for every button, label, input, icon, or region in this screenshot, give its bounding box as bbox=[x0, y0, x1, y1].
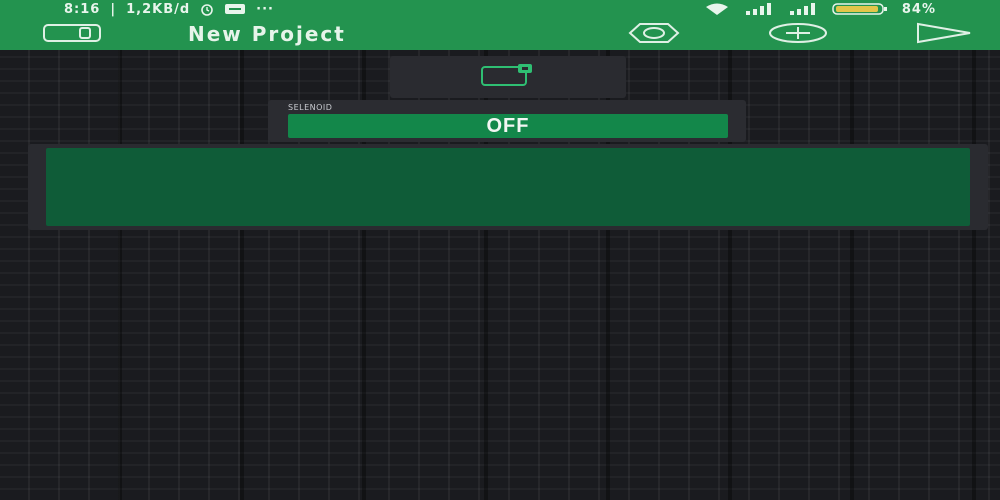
battery-percent: 84% bbox=[901, 1, 936, 17]
display-widget[interactable] bbox=[28, 144, 988, 230]
display-panel bbox=[46, 148, 970, 226]
status-data-speed: 1,2KB/d bbox=[126, 1, 191, 17]
device-selector[interactable] bbox=[390, 56, 626, 98]
status-bar: 8:16 | 1,2KB/d ··· 84% bbox=[0, 0, 1000, 18]
device-manager-button[interactable] bbox=[40, 22, 104, 48]
message-icon bbox=[224, 3, 246, 15]
button-widget[interactable]: SELENOID OFF bbox=[268, 100, 746, 142]
add-widget-button[interactable] bbox=[766, 22, 830, 48]
play-icon bbox=[912, 22, 976, 48]
status-time: 8:16 bbox=[64, 1, 101, 17]
status-divider: | bbox=[110, 1, 117, 17]
widget-label: SELENOID bbox=[288, 103, 333, 112]
alarm-icon bbox=[200, 2, 214, 16]
settings-button[interactable] bbox=[622, 22, 686, 48]
signal-icon-1 bbox=[744, 3, 774, 15]
device-manager-icon bbox=[40, 22, 104, 48]
add-widget-icon bbox=[766, 22, 830, 48]
status-more: ··· bbox=[256, 1, 274, 17]
page-title: New Project bbox=[188, 22, 346, 46]
settings-hexagon-icon bbox=[622, 22, 686, 48]
wifi-icon bbox=[704, 3, 730, 15]
solenoid-switch-button[interactable]: OFF bbox=[288, 114, 728, 138]
app-bar: New Project bbox=[0, 18, 1000, 50]
status-left: 8:16 | 1,2KB/d ··· bbox=[64, 2, 274, 17]
play-button[interactable] bbox=[912, 22, 976, 48]
status-right: 84% bbox=[704, 2, 936, 17]
device-connected-icon bbox=[478, 62, 538, 92]
signal-icon-2 bbox=[788, 3, 818, 15]
battery-icon bbox=[832, 3, 888, 15]
